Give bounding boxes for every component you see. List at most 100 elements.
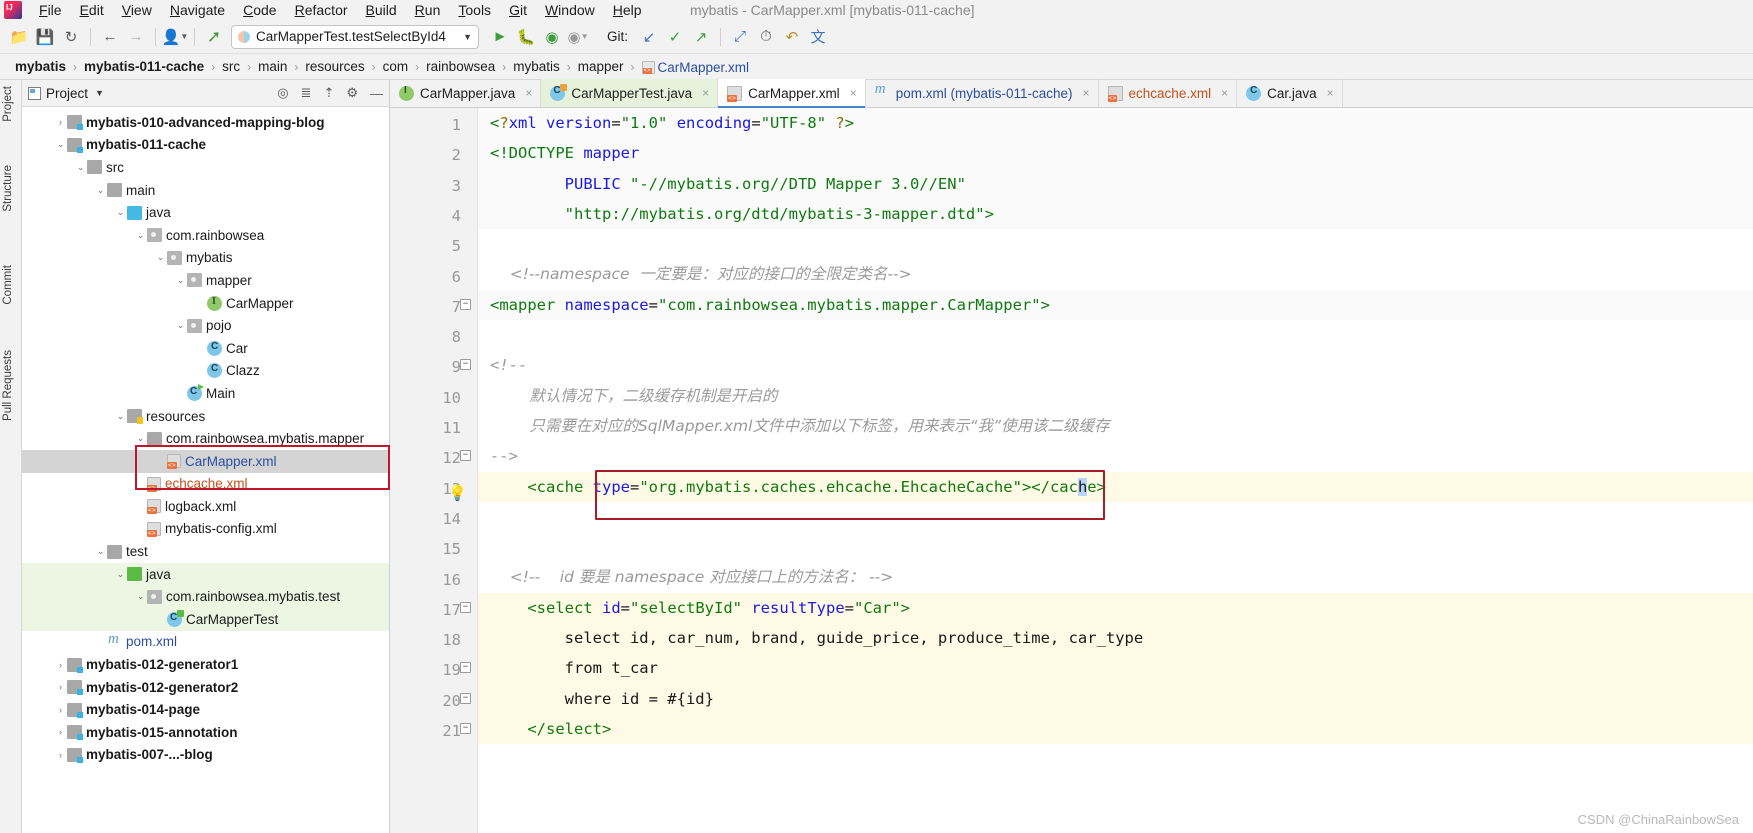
tree-node-com-rainbowsea-mybatis-test[interactable]: ⌄ com.rainbowsea.mybatis.test — [22, 585, 389, 609]
menu-item-git[interactable]: Git — [500, 0, 536, 20]
close-icon[interactable]: × — [1083, 86, 1090, 100]
code-line-5[interactable] — [478, 229, 1753, 259]
breadcrumb-item-main[interactable]: main — [253, 59, 292, 74]
menu-item-edit[interactable]: Edit — [71, 0, 113, 20]
code-fold-toggle-icon[interactable]: − — [460, 601, 471, 613]
tree-node-mybatis-config-xml[interactable]: · mybatis-config.xml — [22, 518, 389, 541]
chevron-down-icon[interactable]: ⌄ — [154, 252, 167, 263]
code-editor[interactable]: 1 2 3 4 5 6 7 8 9 10 11 12 13 14 15 16 17 18 19 20 21 <?xml … — [390, 108, 1753, 833]
code-content[interactable]: <?xml version="1.0" encoding="UTF-8" ?> <… — [448, 108, 1753, 833]
breadcrumb-item-mybatis-011-cache[interactable]: mybatis-011-cache — [79, 59, 209, 74]
tool-tab-pull-requests[interactable]: Pull Requests — [2, 350, 20, 421]
menu-item-refactor[interactable]: Refactor — [286, 0, 357, 20]
code-line-13[interactable]: <cache type="org.mybatis.caches.ehcache.… — [448, 471, 1753, 502]
chevron-down-icon[interactable]: ⌄ — [94, 546, 107, 557]
tree-node-resources[interactable]: ⌄ resources — [22, 405, 389, 428]
code-line-19[interactable]: from t_car − — [460, 653, 1753, 684]
tree-node-mybatis-012-generator2[interactable]: › mybatis-012-generator2 — [22, 676, 389, 699]
tool-tab-project[interactable]: Project — [2, 86, 20, 122]
tree-node-mybatis[interactable]: ⌄ mybatis — [22, 247, 389, 270]
chevron-down-icon[interactable]: ⌄ — [174, 275, 187, 286]
tree-node-carmapper[interactable]: · CarMapper — [22, 292, 389, 315]
menu-item-window[interactable]: Window — [536, 0, 604, 20]
sync-icon[interactable]: ↻ — [58, 24, 84, 50]
chevron-down-icon[interactable]: ⌄ — [114, 411, 127, 422]
run-configuration-selector[interactable]: CarMapperTest.testSelectById4 ▼ — [231, 24, 479, 49]
run-coverage-icon[interactable]: ◉ — [539, 24, 565, 50]
code-fold-toggle-icon[interactable]: − — [460, 662, 471, 674]
chevron-down-icon[interactable]: ⌄ — [114, 569, 127, 580]
intention-bulb-icon[interactable]: 💡 — [448, 478, 467, 502]
close-icon[interactable]: × — [1327, 86, 1334, 100]
code-line-15[interactable] — [478, 532, 1753, 562]
run-icon[interactable]: ► — [487, 24, 513, 50]
tree-node-com-rainbowsea-mybatis-mapper[interactable]: ⌄ com.rainbowsea.mybatis.mapper — [22, 427, 389, 450]
collapse-icon[interactable]: ≣ — [301, 85, 312, 101]
breadcrumb-item-mapper[interactable]: mapper — [573, 59, 629, 74]
chevron-right-icon[interactable]: › — [54, 705, 67, 715]
tree-node-mybatis-014-page[interactable]: › mybatis-014-page — [22, 698, 389, 721]
chevron-right-icon[interactable]: › — [54, 660, 67, 670]
editor-tab-carmapper-java[interactable]: I CarMapper.java × — [390, 79, 542, 107]
git-branch-icon[interactable]: ⤢ — [727, 24, 753, 50]
tree-node-echcache-xml[interactable]: · echcache.xml — [22, 473, 389, 496]
chevron-down-icon[interactable]: ▼ — [463, 32, 472, 42]
close-icon[interactable]: × — [525, 86, 532, 100]
code-line-2[interactable]: <!DOCTYPE mapper — [478, 138, 1753, 169]
code-fold-toggle-icon[interactable]: − — [460, 692, 471, 704]
tree-node-mybatis-015-annotation[interactable]: › mybatis-015-annotation — [22, 721, 389, 744]
tree-node-mybatis-010-advanced-mapping-blog[interactable]: › mybatis-010-advanced-mapping-blog — [22, 111, 389, 134]
menu-item-navigate[interactable]: Navigate — [161, 0, 234, 20]
more-run-icon[interactable]: ◉ ▼ — [565, 24, 591, 50]
tree-node-carmapper-xml[interactable]: · CarMapper.xml — [22, 449, 389, 473]
code-line-17[interactable]: <select id="selectById" resultType="Car"… — [460, 592, 1753, 624]
tree-node-pom-xml[interactable]: · pom.xml — [22, 631, 389, 654]
code-line-1[interactable]: <?xml version="1.0" encoding="UTF-8" ?> — [478, 108, 1753, 139]
chevron-right-icon[interactable]: › — [54, 750, 67, 760]
close-icon[interactable]: × — [850, 86, 857, 100]
breadcrumb-item-carmapper-xml[interactable]: CarMapper.xml — [637, 59, 755, 75]
code-line-6[interactable]: <!--namespace 一定要是：对应的接口的全限定类名--> — [478, 259, 1753, 289]
tree-node-pojo[interactable]: ⌄ pojo — [22, 314, 389, 337]
chevron-down-icon[interactable]: ⌄ — [54, 139, 67, 150]
tool-tab-structure[interactable]: Structure — [2, 165, 20, 212]
code-fold-toggle-icon[interactable]: − — [460, 450, 471, 462]
chevron-down-icon[interactable]: ⌄ — [134, 230, 147, 241]
breadcrumb-item-mybatis[interactable]: mybatis — [508, 59, 565, 74]
code-line-18[interactable]: select id, car_num, brand, guide_price, … — [478, 623, 1753, 654]
chevron-down-icon[interactable]: ⌄ — [94, 185, 107, 196]
chevron-down-icon[interactable]: ⌄ — [134, 433, 147, 444]
translate-icon[interactable]: 文 — [805, 24, 831, 50]
tree-node-src[interactable]: ⌄ src — [22, 156, 389, 179]
tree-node-mapper[interactable]: ⌄ mapper — [22, 269, 389, 292]
breadcrumb-item-rainbowsea[interactable]: rainbowsea — [421, 59, 500, 74]
git-push-icon[interactable]: ↗ — [688, 24, 714, 50]
chevron-down-icon[interactable]: ⌄ — [174, 320, 187, 331]
code-line-14[interactable] — [478, 502, 1753, 532]
open-folder-icon[interactable]: 📁 — [6, 24, 32, 50]
build-hammer-icon[interactable]: ➚ — [201, 24, 227, 50]
tree-node-test[interactable]: ⌄ test — [22, 540, 389, 563]
menu-item-build[interactable]: Build — [357, 0, 406, 20]
undo-icon[interactable]: ↶ — [779, 24, 805, 50]
chevron-down-icon[interactable]: ⌄ — [114, 207, 127, 218]
breadcrumb-item-resources[interactable]: resources — [300, 59, 369, 74]
chevron-right-icon[interactable]: › — [54, 682, 67, 692]
code-line-12[interactable]: --> − — [460, 441, 1753, 471]
expand-icon[interactable]: ⇡ — [323, 85, 334, 101]
target-icon[interactable]: ◎ — [277, 85, 288, 101]
tree-node-logback-xml[interactable]: · logback.xml — [22, 495, 389, 518]
chevron-down-icon[interactable]: ▼ — [95, 88, 104, 98]
debug-icon[interactable]: 🐛 — [513, 24, 539, 50]
forward-arrow-icon[interactable]: → — [123, 24, 149, 50]
code-fold-toggle-icon[interactable]: − — [460, 359, 471, 371]
code-line-7[interactable]: <mapper namespace="com.rainbowsea.mybati… — [460, 289, 1753, 321]
menu-item-run[interactable]: Run — [406, 0, 450, 20]
breadcrumb-item-mybatis[interactable]: mybatis — [10, 59, 71, 74]
breadcrumb-item-src[interactable]: src — [217, 59, 245, 74]
tree-node-java[interactable]: ⌄ java — [22, 562, 389, 586]
chevron-down-icon[interactable]: ⌄ — [74, 162, 87, 173]
chevron-right-icon[interactable]: › — [54, 117, 67, 127]
menu-item-tools[interactable]: Tools — [449, 0, 500, 20]
code-fold-toggle-icon[interactable]: − — [460, 722, 471, 734]
